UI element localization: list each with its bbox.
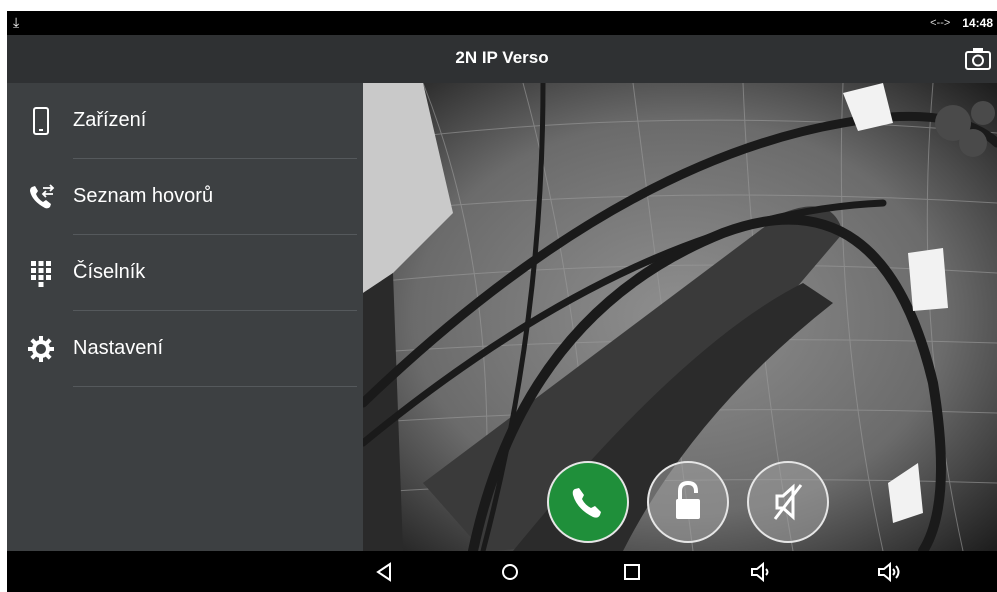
- link-status-icon: <-->: [930, 17, 951, 29]
- android-screen: ⤓ <--> 14:48 2N IP Verso Zařízení Seznam…: [7, 11, 997, 592]
- recents-icon[interactable]: [620, 561, 644, 583]
- answer-call-button[interactable]: [547, 461, 629, 543]
- system-nav-bar: [7, 551, 997, 592]
- speaker-muted-icon: [773, 483, 803, 521]
- app-bar: 2N IP Verso: [7, 35, 997, 83]
- gear-icon: [28, 336, 54, 362]
- sidebar-item-label: Seznam hovorů: [73, 185, 214, 207]
- sidebar-item-label: Číselník: [73, 261, 146, 283]
- home-icon[interactable]: [498, 561, 522, 583]
- camera-icon[interactable]: [965, 47, 991, 71]
- volume-down-icon[interactable]: [749, 561, 773, 583]
- unlock-door-button[interactable]: [647, 461, 729, 543]
- volume-up-icon[interactable]: [877, 561, 901, 583]
- clock: 14:48: [962, 16, 993, 30]
- sidebar-item-devices[interactable]: Zařízení: [7, 83, 357, 159]
- sidebar-item-settings[interactable]: Nastavení: [7, 311, 357, 387]
- phone-device-icon: [33, 107, 49, 135]
- sidebar-item-label: Nastavení: [73, 337, 164, 359]
- app-title: 2N IP Verso: [455, 48, 549, 67]
- status-bar: ⤓ <--> 14:48: [7, 11, 997, 35]
- sidebar-item-dialpad[interactable]: Číselník: [7, 235, 357, 311]
- sidebar-item-label: Zařízení: [73, 109, 147, 131]
- download-icon: ⤓: [13, 14, 20, 30]
- phone-call-icon: [572, 488, 601, 518]
- call-log-icon: [30, 184, 55, 209]
- back-icon[interactable]: [372, 561, 396, 583]
- mute-button[interactable]: [747, 461, 829, 543]
- dialpad-icon: [31, 261, 51, 287]
- divider: [73, 386, 357, 387]
- navigation-drawer: Zařízení Seznam hovorů Číselník Nastaven…: [7, 83, 363, 551]
- lock-icon: [676, 480, 700, 519]
- sidebar-item-call-log[interactable]: Seznam hovorů: [7, 159, 357, 235]
